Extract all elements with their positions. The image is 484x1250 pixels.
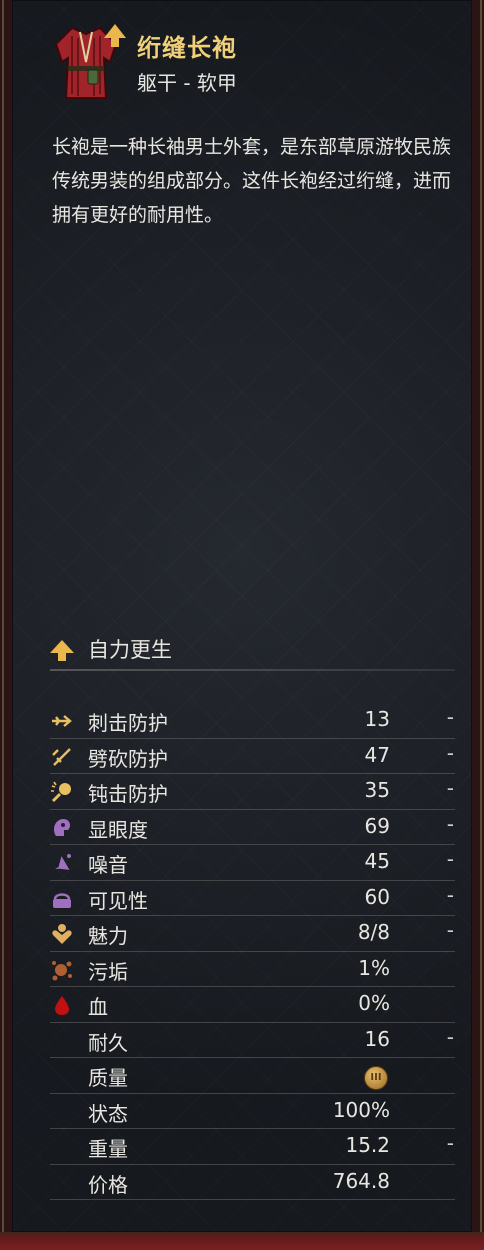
blood-icon	[50, 993, 74, 1017]
stat-value: 35	[364, 778, 390, 802]
stat-label: 魅力	[88, 924, 128, 948]
stat-value: 47	[364, 742, 390, 767]
stat-delta: -	[446, 918, 454, 942]
stat-label: 污垢	[88, 959, 128, 984]
charisma-icon	[50, 922, 74, 946]
stat-row: 可见性 60 -	[50, 881, 460, 917]
stat-delta: -	[446, 847, 454, 871]
stat-row: 显眼度 69 -	[50, 810, 460, 846]
conspicuousness-icon	[50, 816, 74, 840]
stat-value: 45	[364, 849, 390, 873]
upgrade-arrow-tail	[58, 652, 66, 661]
stat-row: 刺击防护 13 -	[50, 703, 460, 739]
upgrade-arrow-tail	[111, 37, 119, 47]
stat-label: 显眼度	[88, 817, 148, 842]
item-description: 长袍是一种长袖男士外套，是东部草原游牧民族传统男装的组成部分。这件长袍经过绗缝，…	[52, 136, 452, 226]
perk-row: 自力更生	[50, 632, 455, 668]
bottom-bar	[0, 1232, 484, 1250]
stat-label: 质量	[88, 1066, 128, 1090]
quality-badge-icon: III	[364, 1066, 388, 1090]
stat-value: 0%	[358, 991, 390, 1015]
stat-row: 钝击防护 35 -	[50, 774, 460, 810]
stat-row: 血 0%	[50, 987, 460, 1023]
stat-label: 价格	[88, 1172, 128, 1197]
stat-value: 1%	[358, 955, 390, 980]
stat-value: 15.2	[345, 1133, 390, 1157]
stab-protection-icon	[50, 709, 74, 733]
stat-label: 状态	[88, 1101, 128, 1126]
stat-label: 耐久	[88, 1030, 128, 1055]
dirt-icon	[50, 958, 74, 982]
stat-delta: -	[446, 882, 454, 907]
stat-value: 60	[364, 884, 390, 909]
perk-label: 自力更生	[88, 638, 172, 662]
noise-icon	[50, 851, 74, 875]
stat-row: 魅力 8/8 -	[50, 916, 460, 952]
stat-value: 764.8	[332, 1168, 390, 1193]
blunt-protection-icon	[50, 780, 74, 804]
stat-delta: -	[446, 705, 454, 729]
stat-label: 重量	[88, 1137, 128, 1161]
stat-value: 69	[364, 813, 390, 838]
stat-delta: -	[446, 776, 454, 800]
slash-protection-icon	[50, 745, 74, 769]
stat-row: 价格 764.8	[50, 1165, 460, 1201]
stat-row: 状态 100%	[50, 1094, 460, 1130]
stat-delta: -	[446, 1024, 454, 1049]
stat-label: 劈砍防护	[88, 746, 168, 771]
stat-delta: -	[446, 811, 454, 836]
divider	[50, 669, 455, 671]
stat-row: 重量 15.2 -	[50, 1129, 460, 1165]
upgrade-arrow-icon	[104, 24, 126, 38]
stat-row: 劈砍防护 47 -	[50, 739, 460, 775]
stats-list: 刺击防护 13 - 劈砍防护 47 - 钝击防护 35 - 显眼度 69 - 噪…	[50, 703, 460, 1200]
item-type: 躯干 - 软甲	[137, 71, 237, 95]
item-name: 绗缝长袍	[137, 34, 237, 62]
stat-row: 污垢 1%	[50, 952, 460, 988]
stat-delta: -	[446, 1131, 454, 1155]
stat-label: 可见性	[88, 888, 148, 913]
stat-row: 耐久 16 -	[50, 1023, 460, 1059]
stat-value: 100%	[332, 1097, 390, 1122]
stat-label: 噪音	[88, 853, 128, 877]
stat-value: 13	[364, 707, 390, 731]
stat-label: 血	[88, 995, 108, 1019]
stat-value: 8/8	[357, 920, 390, 944]
visibility-icon	[50, 887, 74, 911]
stat-label: 刺击防护	[88, 711, 168, 735]
stat-row: 质量 III	[50, 1058, 460, 1094]
stat-label: 钝击防护	[88, 782, 168, 806]
stat-delta: -	[446, 740, 454, 765]
stat-value: 16	[364, 1026, 390, 1051]
stat-row: 噪音 45 -	[50, 845, 460, 881]
